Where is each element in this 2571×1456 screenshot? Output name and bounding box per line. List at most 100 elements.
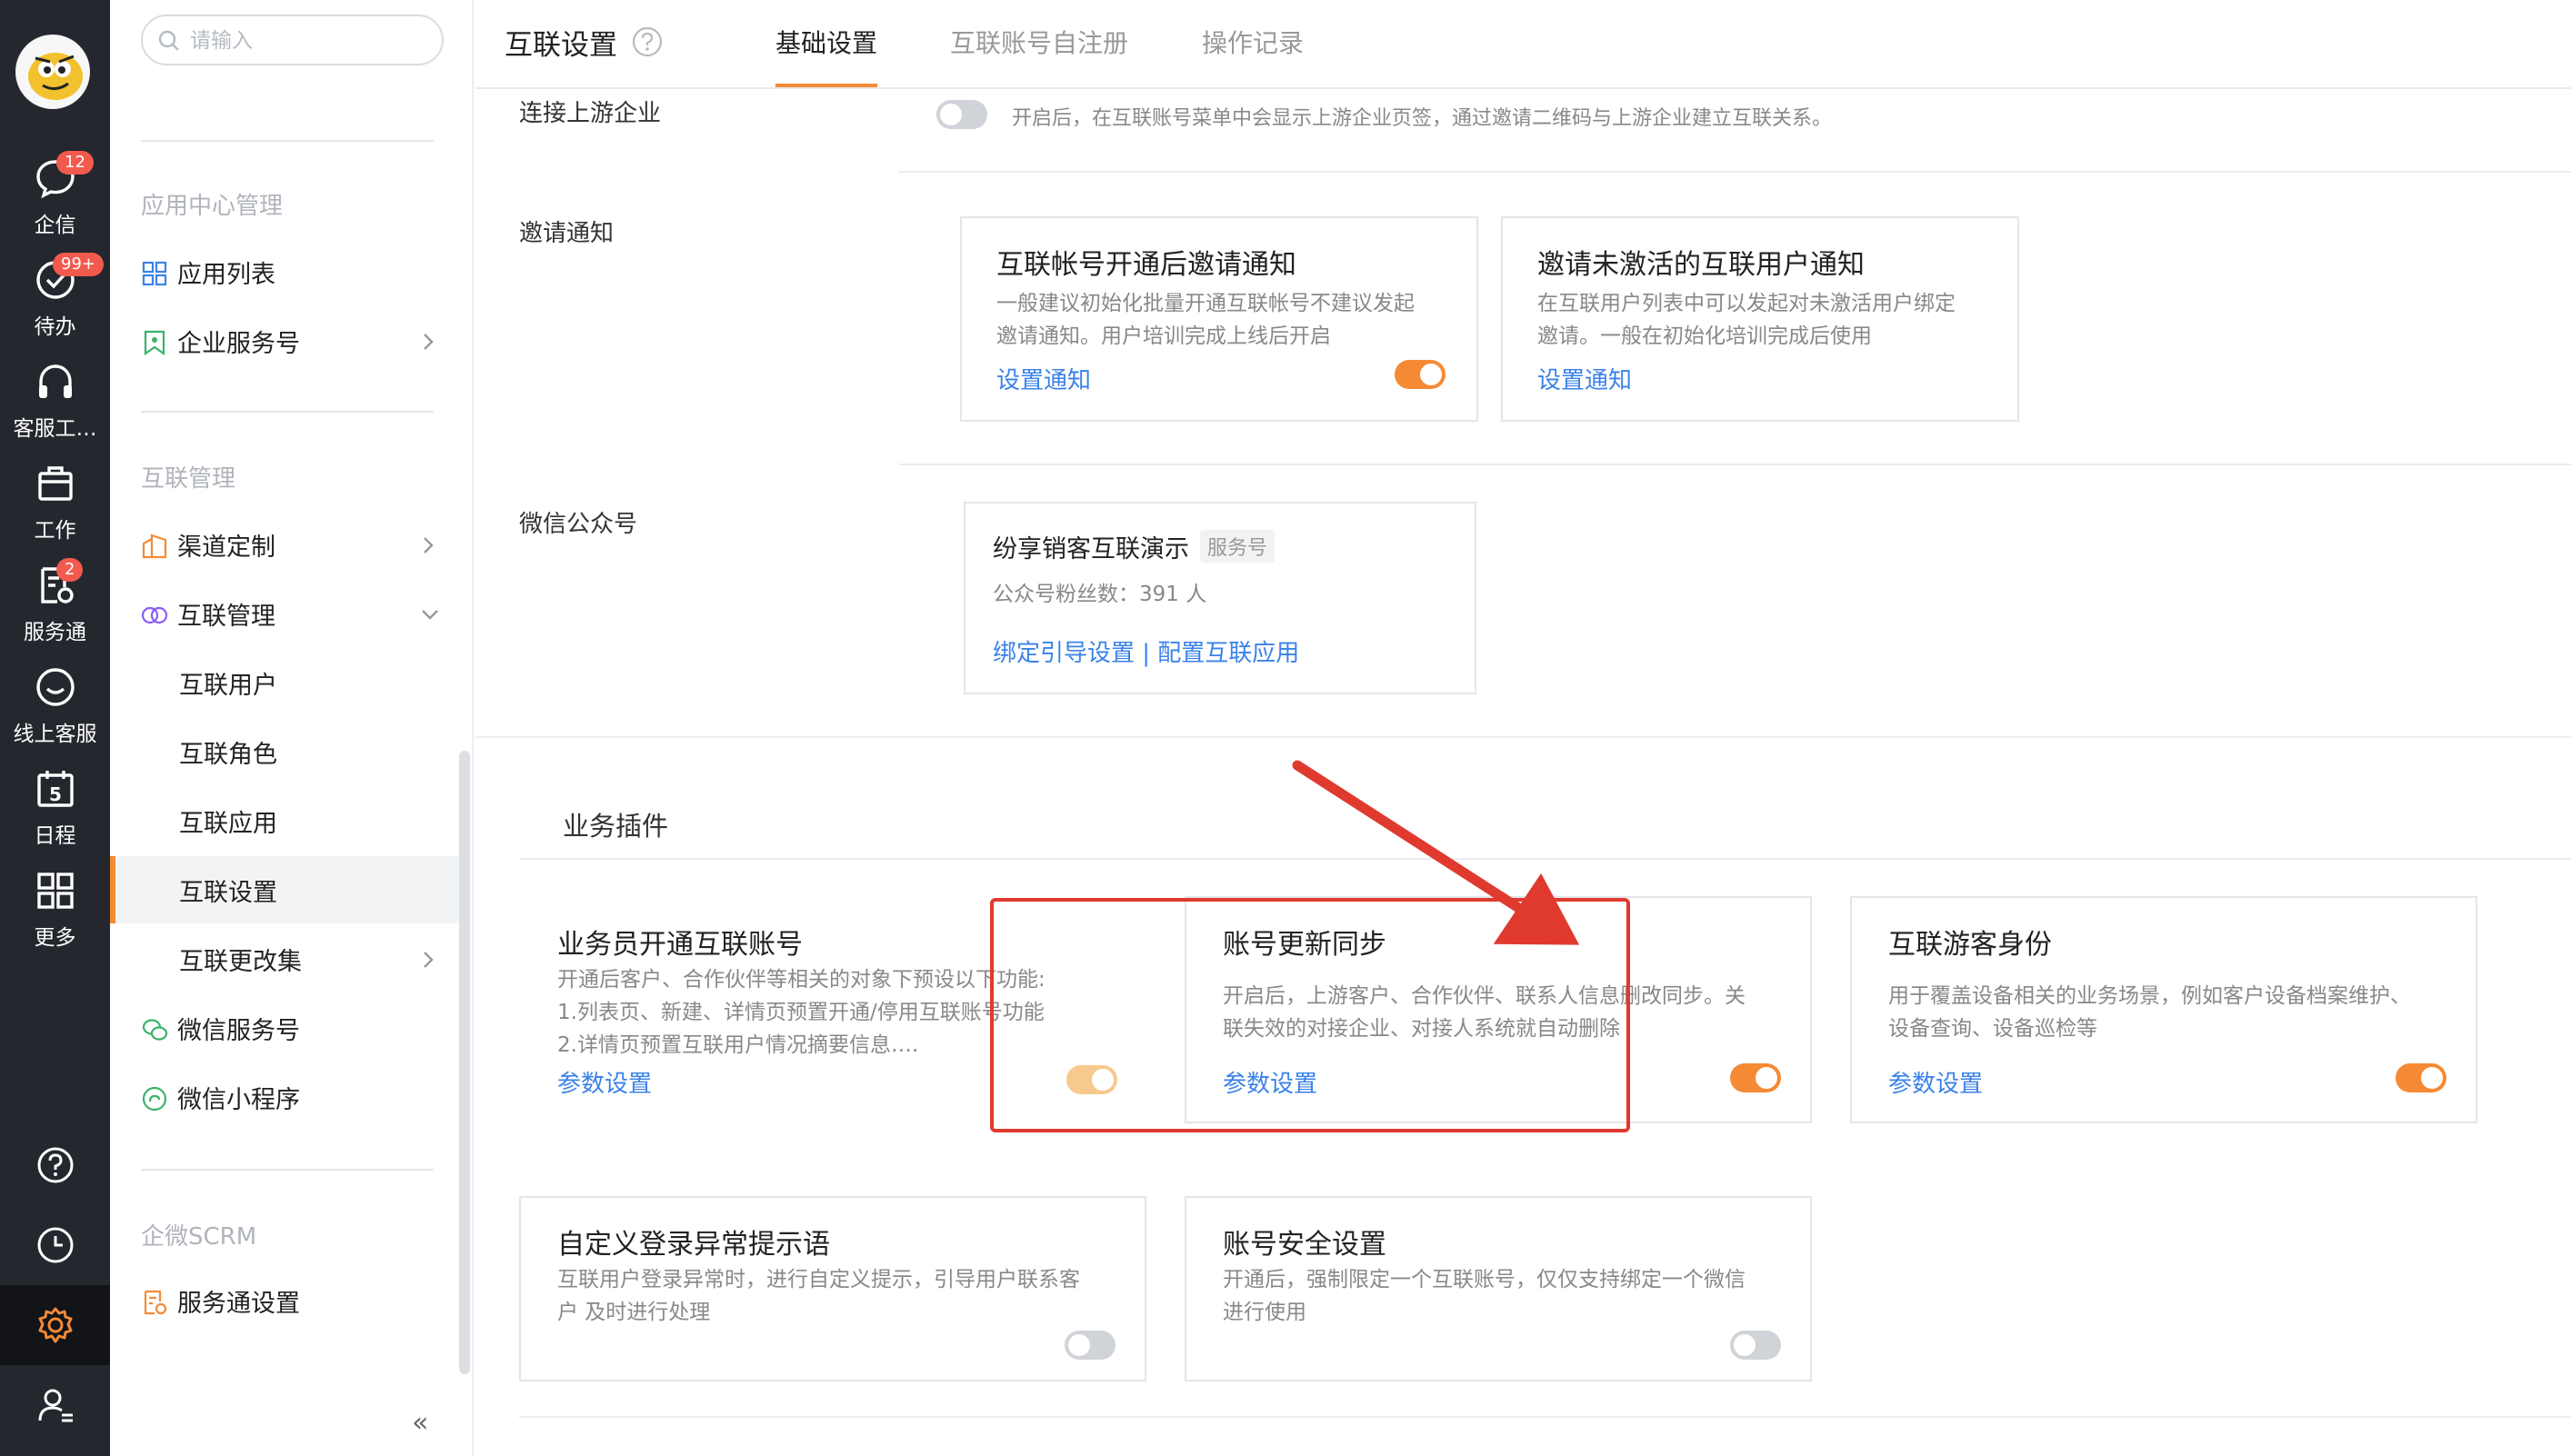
rail-item-qixin[interactable]: 12 企信 bbox=[0, 151, 110, 247]
link-rings-icon bbox=[141, 606, 168, 624]
company-logo[interactable] bbox=[15, 35, 90, 109]
card-title: 业务员开通互联账号 bbox=[557, 929, 803, 961]
nav-item-label: 应用列表 bbox=[177, 260, 275, 289]
nav-item-wechat-service[interactable]: 微信服务号 bbox=[110, 994, 463, 1062]
set-notification-link[interactable]: 设置通知 bbox=[996, 362, 1091, 395]
rail-label: 待办 bbox=[34, 315, 76, 339]
settings-button[interactable] bbox=[0, 1285, 110, 1365]
set-notification-link[interactable]: 设置通知 bbox=[1537, 362, 1632, 395]
divider bbox=[899, 171, 2571, 173]
divider bbox=[141, 1169, 434, 1171]
nav-item-app-list[interactable]: 应用列表 bbox=[110, 238, 463, 305]
card-desc: 1.列表页、新建、详情页预置开通/停用互联账号功能 bbox=[557, 1001, 1045, 1024]
plugin-toggle[interactable] bbox=[1065, 1331, 1115, 1360]
nav-item-label: 互联用户 bbox=[179, 671, 277, 700]
rail-item-work[interactable]: 工作 bbox=[0, 462, 110, 553]
rail-item-more[interactable]: 更多 bbox=[0, 869, 110, 960]
invite-card-activation: 互联帐号开通后邀请通知 一般建议初始化批量开通互联帐号不建议发起 邀请通知。用户… bbox=[960, 216, 1478, 422]
rail-label: 线上客服 bbox=[13, 723, 97, 746]
account-name: 纷享销客互联演示 bbox=[993, 535, 1189, 563]
nav-item-channel[interactable]: 渠道定制 bbox=[110, 511, 463, 578]
collapse-nav-button[interactable]: « bbox=[412, 1407, 428, 1439]
nav-item-interconnect-users[interactable]: 互联用户 bbox=[110, 649, 463, 716]
card-desc: 开通后，强制限定一个互联账号，仅仅支持绑定一个微信 bbox=[1223, 1268, 1746, 1291]
clock-icon bbox=[37, 1227, 73, 1263]
help-circle-icon[interactable] bbox=[632, 26, 663, 57]
nav-item-wechat-miniprogram[interactable]: 微信小程序 bbox=[110, 1063, 463, 1131]
gear-icon bbox=[38, 1307, 72, 1343]
nav-group-title: 企微SCRM bbox=[141, 1223, 257, 1251]
nav-item-interconnect-roles[interactable]: 互联角色 bbox=[110, 718, 463, 785]
tab-basic-settings[interactable]: 基础设置 bbox=[775, 24, 878, 89]
rail-label: 企信 bbox=[34, 214, 76, 237]
plugin-toggle[interactable] bbox=[2396, 1063, 2446, 1092]
upstream-toggle[interactable] bbox=[936, 100, 987, 129]
card-title: 账号安全设置 bbox=[1223, 1229, 1386, 1261]
admin-button[interactable] bbox=[0, 1365, 110, 1445]
question-circle-icon bbox=[37, 1147, 73, 1183]
nav-item-interconnect-settings[interactable]: 互联设置 bbox=[110, 856, 463, 923]
rail-label: 日程 bbox=[34, 824, 76, 848]
nav-item-enterprise-service[interactable]: 企业服务号 bbox=[110, 307, 463, 374]
chevron-right-icon bbox=[424, 537, 434, 553]
wechat-icon bbox=[142, 1019, 168, 1041]
divider bbox=[475, 736, 2571, 738]
user-settings-icon bbox=[38, 1389, 73, 1422]
fuwutong-badge: 2 bbox=[56, 558, 84, 582]
nav-item-label: 微信服务号 bbox=[177, 1016, 300, 1045]
rail-item-schedule[interactable]: 5 日程 bbox=[0, 767, 110, 858]
wechat-account-card: 纷享销客互联演示 服务号 公众号粉丝数：391 人 绑定引导设置 | 配置互联应用 bbox=[964, 502, 1476, 694]
card-desc: 2.详情页预置互联用户情况摘要信息…. bbox=[557, 1033, 919, 1057]
nav-item-label: 互联角色 bbox=[179, 740, 277, 769]
nav-item-changeset[interactable]: 互联更改集 bbox=[110, 925, 463, 992]
unread-badge: 12 bbox=[56, 151, 94, 175]
param-settings-link[interactable]: 参数设置 bbox=[1888, 1065, 1983, 1099]
wechat-links[interactable]: 绑定引导设置 | 配置互联应用 bbox=[993, 634, 1299, 668]
wechat-label: 微信公众号 bbox=[519, 511, 638, 538]
invite-card-inactive: 邀请未激活的互联用户通知 在互联用户列表中可以发起对未激活用户绑定 邀请。一般在… bbox=[1501, 216, 2019, 422]
search-input[interactable] bbox=[190, 25, 426, 56]
smile-chat-icon bbox=[35, 668, 75, 706]
card-desc: 邀请。一般在初始化培训完成后使用 bbox=[1537, 324, 1872, 348]
chevron-down-icon bbox=[422, 610, 438, 620]
help-button[interactable] bbox=[0, 1125, 110, 1205]
plugin-toggle[interactable] bbox=[1730, 1331, 1781, 1360]
briefcase-icon bbox=[37, 466, 73, 501]
card-title: 自定义登录异常提示语 bbox=[557, 1229, 830, 1261]
rail-item-todo[interactable]: 99+ 待办 bbox=[0, 253, 110, 349]
card-desc: 开通后客户、合作伙伴等相关的对象下预设以下功能: bbox=[557, 968, 1045, 992]
tab-operation-log[interactable]: 操作记录 bbox=[1202, 24, 1304, 89]
card-desc: 邀请通知。用户培训完成上线后开启 bbox=[996, 324, 1331, 348]
rail-item-online-service[interactable]: 线上客服 bbox=[0, 665, 110, 756]
rail-item-fuwutong[interactable]: 2 服务通 bbox=[0, 558, 110, 654]
rail-label: 更多 bbox=[34, 926, 76, 950]
nav-item-label: 互联更改集 bbox=[179, 947, 302, 976]
rail-item-customer-service[interactable]: 客服工… bbox=[0, 360, 110, 451]
wechat-account-title: 纷享销客互联演示 服务号 bbox=[993, 529, 1275, 564]
history-button[interactable] bbox=[0, 1205, 110, 1285]
nav-item-fuwutong-settings[interactable]: 服务通设置 bbox=[110, 1267, 463, 1334]
nav-item-label: 互联应用 bbox=[179, 809, 277, 838]
param-settings-link[interactable]: 参数设置 bbox=[557, 1065, 652, 1099]
nav-item-interconnect-mgmt[interactable]: 互联管理 bbox=[110, 580, 463, 647]
calendar-day: 5 bbox=[49, 783, 62, 805]
search-box[interactable] bbox=[141, 15, 444, 65]
card-desc: 互联用户登录异常时，进行自定义提示，引导用户联系客 bbox=[557, 1268, 1080, 1291]
plugin-card-login-message: 自定义登录异常提示语 互联用户登录异常时，进行自定义提示，引导用户联系客 户 及… bbox=[519, 1196, 1146, 1381]
nav-item-interconnect-apps[interactable]: 互联应用 bbox=[110, 787, 463, 854]
invite-toggle[interactable] bbox=[1395, 360, 1446, 389]
rail-label: 工作 bbox=[34, 519, 76, 543]
plugin-toggle[interactable] bbox=[1730, 1063, 1781, 1092]
upstream-hint: 开启后，在互联账号菜单中会显示上游企业页签，通过邀请二维码与上游企业建立互联关系… bbox=[1012, 107, 1833, 130]
tab-self-registration[interactable]: 互联账号自注册 bbox=[950, 24, 1128, 89]
chevron-right-icon bbox=[424, 334, 434, 350]
card-desc: 设备查询、设备巡检等 bbox=[1888, 1017, 2097, 1041]
todo-badge: 99+ bbox=[53, 253, 104, 276]
nav-item-label: 互联管理 bbox=[177, 602, 275, 631]
divider bbox=[141, 140, 434, 142]
nav-item-label: 微信小程序 bbox=[177, 1085, 300, 1114]
document-gear-icon bbox=[144, 1290, 167, 1315]
card-desc: 用于覆盖设备相关的业务场景，例如客户设备档案维护、 bbox=[1888, 984, 2411, 1008]
invite-label: 邀请通知 bbox=[519, 220, 615, 247]
nav-scrollbar[interactable] bbox=[459, 751, 470, 1374]
